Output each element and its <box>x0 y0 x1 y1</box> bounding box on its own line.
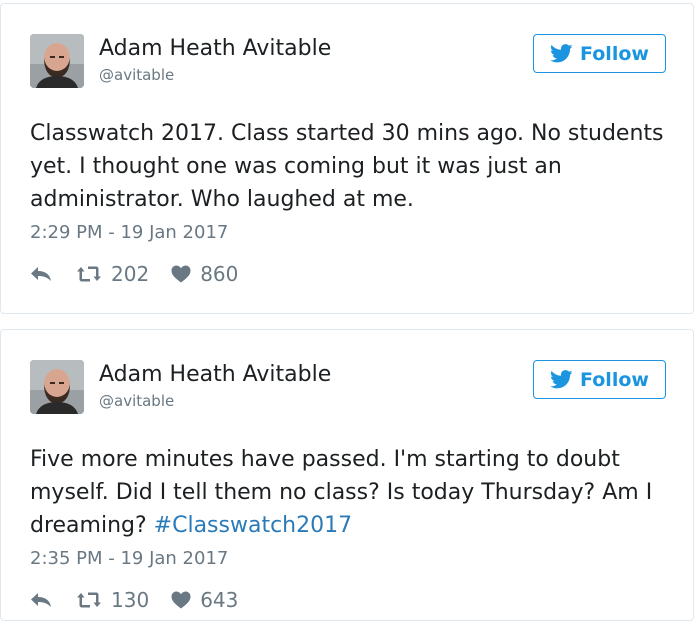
tweet-timestamp[interactable]: 2:35 PM - 19 Jan 2017 <box>30 547 228 571</box>
author-name[interactable]: Adam Heath Avitable <box>99 361 331 389</box>
tweet-timestamp[interactable]: 2:29 PM - 19 Jan 2017 <box>30 221 228 245</box>
tweet-card: Adam Heath Avitable @avitable Follow Fiv… <box>0 329 694 621</box>
retweet-icon <box>76 265 102 283</box>
follow-button[interactable]: Follow <box>533 360 666 399</box>
like-button[interactable]: 643 <box>171 586 238 614</box>
like-count: 643 <box>200 588 239 612</box>
hashtag-link[interactable]: #Classwatch2017 <box>154 513 352 538</box>
retweet-button[interactable]: 130 <box>76 586 149 614</box>
retweet-count: 130 <box>111 588 150 612</box>
heart-icon <box>171 591 191 609</box>
tweet-body: Classwatch 2017. Class started 30 mins a… <box>30 121 664 212</box>
like-button[interactable]: 860 <box>171 260 238 288</box>
heart-icon <box>171 265 191 283</box>
reply-icon <box>30 592 52 608</box>
author-handle[interactable]: @avitable <box>99 391 174 411</box>
tweet-text: Five more minutes have passed. I'm start… <box>30 443 670 542</box>
avatar[interactable] <box>30 360 84 414</box>
reply-button[interactable] <box>30 592 54 608</box>
reply-icon <box>30 266 52 282</box>
retweet-icon <box>76 591 102 609</box>
like-count: 860 <box>200 262 239 286</box>
author-handle[interactable]: @avitable <box>99 65 174 85</box>
follow-button[interactable]: Follow <box>533 34 666 73</box>
twitter-bird-icon <box>550 370 573 389</box>
author-name[interactable]: Adam Heath Avitable <box>99 35 331 63</box>
follow-label: Follow <box>580 42 649 65</box>
retweet-button[interactable]: 202 <box>76 260 149 288</box>
retweet-count: 202 <box>111 262 150 286</box>
follow-label: Follow <box>580 368 649 391</box>
tweet-text: Classwatch 2017. Class started 30 mins a… <box>30 117 670 216</box>
tweet-actions: 130 643 <box>30 586 238 614</box>
twitter-bird-icon <box>550 44 573 63</box>
tweet-card: Adam Heath Avitable @avitable Follow Cla… <box>0 3 694 314</box>
avatar[interactable] <box>30 34 84 88</box>
reply-button[interactable] <box>30 266 54 282</box>
tweet-actions: 202 860 <box>30 260 238 288</box>
